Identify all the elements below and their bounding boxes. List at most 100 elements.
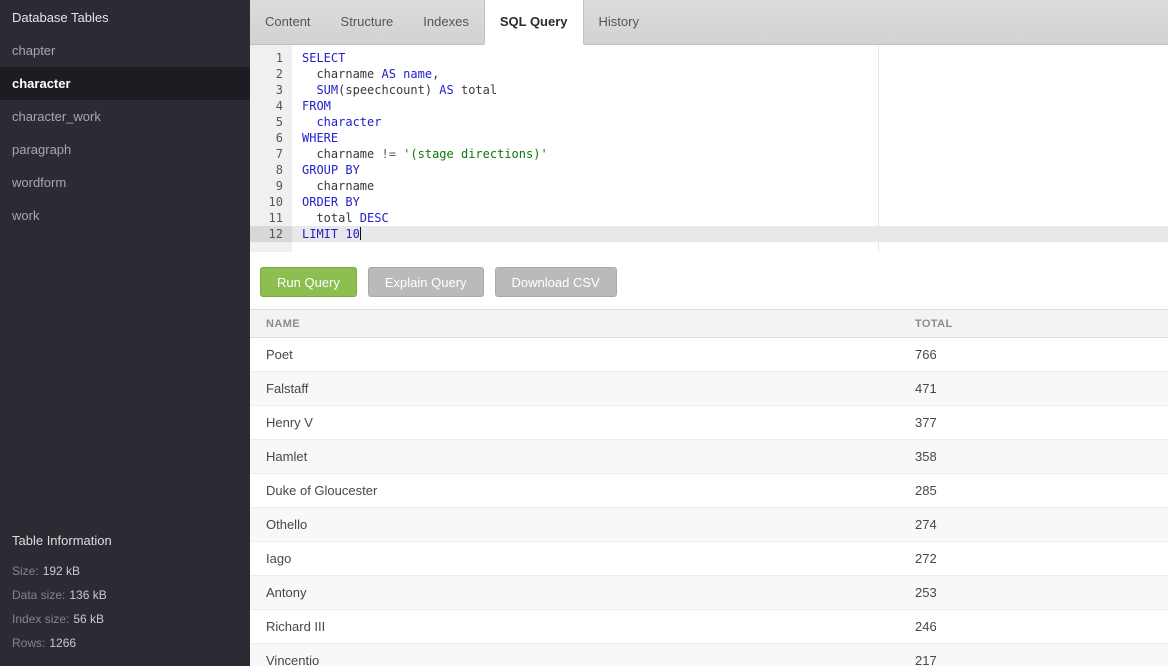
editor-line-7: 7 charname != '(stage directions)' <box>250 146 1168 162</box>
editor-line-11: 11 total DESC <box>250 210 1168 226</box>
editor-line-1: 1SELECT <box>250 50 1168 66</box>
table-info-panel: Table Information Size: 192 kB Data size: 1… <box>0 515 250 666</box>
cell-total: 471 <box>899 372 1168 405</box>
line-number: 6 <box>250 130 292 146</box>
table-row[interactable]: Antony253 <box>250 576 1168 610</box>
editor-line-3: 3 SUM(speechcount) AS total <box>250 82 1168 98</box>
tab-sql-query[interactable]: SQL Query <box>484 0 584 45</box>
cell-total: 246 <box>899 610 1168 643</box>
code-line: charname != '(stage directions)' <box>292 146 1168 162</box>
column-header-name[interactable]: NAME <box>250 310 899 337</box>
editor-lines: 1SELECT2 charname AS name,3 SUM(speechco… <box>250 45 1168 242</box>
sidebar-item-paragraph[interactable]: paragraph <box>0 133 250 166</box>
cell-total: 358 <box>899 440 1168 473</box>
results-table: NAMETOTAL Poet766Falstaff471Henry V377Ha… <box>250 309 1168 666</box>
sidebar-item-chapter[interactable]: chapter <box>0 34 250 67</box>
code-line: WHERE <box>292 130 1168 146</box>
table-info-title: Table Information <box>12 533 238 548</box>
table-info-stats: Size: 192 kB Data size: 136 kBIndex size: 56… <box>12 564 238 650</box>
cell-name: Duke of Gloucester <box>250 474 899 507</box>
code-line: LIMIT 10 <box>292 226 1168 242</box>
tab-content[interactable]: Content <box>250 0 326 45</box>
table-row[interactable]: Henry V377 <box>250 406 1168 440</box>
results-header: NAMETOTAL <box>250 309 1168 338</box>
column-header-total[interactable]: TOTAL <box>899 310 1168 337</box>
table-row[interactable]: Vincentio217 <box>250 644 1168 666</box>
editor-line-12: 12LIMIT 10 <box>250 226 1168 242</box>
query-toolbar: Run Query Explain Query Download CSV <box>250 252 1168 309</box>
sidebar-title: Database Tables <box>0 0 250 34</box>
table-list: chaptercharactercharacter_workparagraphw… <box>0 34 250 232</box>
tab-structure[interactable]: Structure <box>326 0 409 45</box>
info-value: 1266 <box>49 636 76 650</box>
cell-total: 766 <box>899 338 1168 371</box>
table-info-row: Size: 192 kB <box>12 564 238 578</box>
sidebar-item-character[interactable]: character <box>0 67 250 100</box>
tab-history[interactable]: History <box>584 0 654 45</box>
table-row[interactable]: Poet766 <box>250 338 1168 372</box>
info-label: Rows: <box>12 636 45 650</box>
info-label: Index size: <box>12 612 69 626</box>
table-row[interactable]: Falstaff471 <box>250 372 1168 406</box>
sql-editor[interactable]: 1SELECT2 charname AS name,3 SUM(speechco… <box>250 45 1168 252</box>
line-number: 5 <box>250 114 292 130</box>
editor-line-10: 10ORDER BY <box>250 194 1168 210</box>
tabs: ContentStructureIndexesSQL QueryHistory <box>250 0 654 45</box>
cell-total: 285 <box>899 474 1168 507</box>
code-line: charname AS name, <box>292 66 1168 82</box>
editor-line-4: 4FROM <box>250 98 1168 114</box>
run-query-button[interactable]: Run Query <box>260 267 357 297</box>
main-panel: ContentStructureIndexesSQL QueryHistory … <box>250 0 1168 666</box>
code-line: character <box>292 114 1168 130</box>
text-cursor <box>360 227 361 240</box>
code-line: SELECT <box>292 50 1168 66</box>
line-number: 8 <box>250 162 292 178</box>
table-row[interactable]: Othello274 <box>250 508 1168 542</box>
table-row[interactable]: Duke of Gloucester285 <box>250 474 1168 508</box>
code-line: GROUP BY <box>292 162 1168 178</box>
table-row[interactable]: Hamlet358 <box>250 440 1168 474</box>
line-number: 7 <box>250 146 292 162</box>
line-number: 12 <box>250 226 292 242</box>
cell-name: Richard III <box>250 610 899 643</box>
code-line: charname <box>292 178 1168 194</box>
info-value: 192 kB <box>43 564 80 578</box>
sidebar-item-work[interactable]: work <box>0 199 250 232</box>
editor-line-9: 9 charname <box>250 178 1168 194</box>
line-number: 10 <box>250 194 292 210</box>
info-label: Size: <box>12 564 39 578</box>
cell-total: 217 <box>899 644 1168 666</box>
info-label: Data size: <box>12 588 65 602</box>
line-number: 11 <box>250 210 292 226</box>
cell-name: Poet <box>250 338 899 371</box>
cell-name: Henry V <box>250 406 899 439</box>
cell-name: Othello <box>250 508 899 541</box>
cell-name: Iago <box>250 542 899 575</box>
cell-name: Falstaff <box>250 372 899 405</box>
sidebar-item-character_work[interactable]: character_work <box>0 100 250 133</box>
editor-line-5: 5 character <box>250 114 1168 130</box>
line-number: 4 <box>250 98 292 114</box>
cell-total: 272 <box>899 542 1168 575</box>
table-info-row: Rows: 1266 <box>12 636 238 650</box>
sidebar: Database Tables chaptercharactercharacte… <box>0 0 250 666</box>
cell-name: Antony <box>250 576 899 609</box>
table-info-row: Index size: 56 kB <box>12 612 238 626</box>
code-line: ORDER BY <box>292 194 1168 210</box>
sidebar-item-wordform[interactable]: wordform <box>0 166 250 199</box>
cell-total: 253 <box>899 576 1168 609</box>
line-number: 9 <box>250 178 292 194</box>
table-info-row: Data size: 136 kB <box>12 588 238 602</box>
info-value: 136 kB <box>69 588 106 602</box>
explain-query-button[interactable]: Explain Query <box>368 267 484 297</box>
code-line: FROM <box>292 98 1168 114</box>
cell-total: 377 <box>899 406 1168 439</box>
cell-name: Vincentio <box>250 644 899 666</box>
tabbar-fill <box>654 0 1168 45</box>
download-csv-button[interactable]: Download CSV <box>495 267 617 297</box>
app: Database Tables chaptercharactercharacte… <box>0 0 1168 666</box>
table-row[interactable]: Iago272 <box>250 542 1168 576</box>
info-value: 56 kB <box>73 612 104 626</box>
tab-indexes[interactable]: Indexes <box>408 0 484 45</box>
table-row[interactable]: Richard III246 <box>250 610 1168 644</box>
